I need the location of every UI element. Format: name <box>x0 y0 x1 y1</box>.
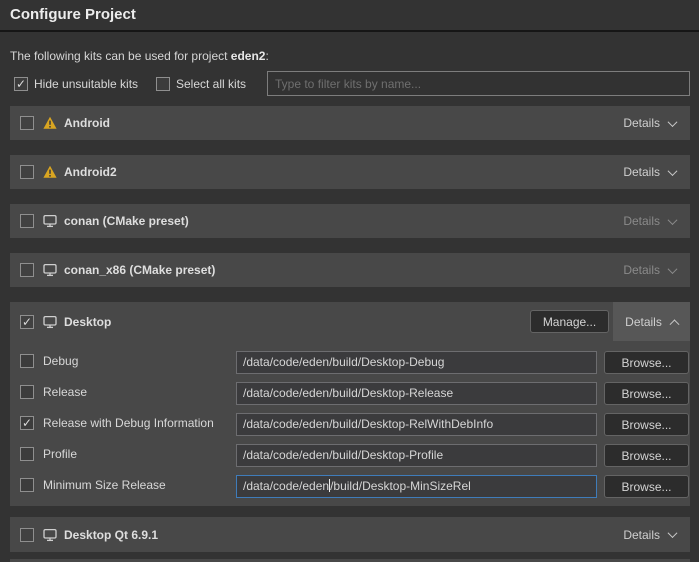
page-title: Configure Project <box>10 6 136 23</box>
kit-checkbox-desktop-qt[interactable] <box>20 528 34 542</box>
chevron-down-icon <box>668 264 678 274</box>
kit-row-desktop: Desktop Manage... Details Debug /data/co… <box>10 302 690 506</box>
details-toggle-conan-x86[interactable]: Details <box>609 253 690 287</box>
kit-filter-input[interactable] <box>267 71 690 96</box>
debug-path-input[interactable]: /data/code/eden/build/Desktop-Debug <box>236 351 597 374</box>
warning-icon <box>43 165 57 179</box>
desktop-icon <box>43 214 57 228</box>
details-label: Details <box>623 214 660 228</box>
minsizerel-browse-button[interactable]: Browse... <box>604 475 689 498</box>
chevron-down-icon <box>668 528 678 538</box>
manage-button[interactable]: Manage... <box>530 310 609 333</box>
details-toggle-android2[interactable]: Details <box>609 155 690 189</box>
intro-text: The following kits can be used for proje… <box>10 49 269 63</box>
project-name: eden2 <box>231 49 266 63</box>
title-separator <box>0 30 699 32</box>
kit-row-conan: conan (CMake preset) Details <box>10 204 690 238</box>
kit-checkbox-conan-x86[interactable] <box>20 263 34 277</box>
build-config-debug: Debug <box>20 354 78 368</box>
details-toggle-desktop[interactable]: Details <box>613 302 690 341</box>
profile-checkbox[interactable] <box>20 447 34 461</box>
build-config-relwithdebinfo: Release with Debug Information <box>20 416 214 430</box>
details-label: Details <box>623 528 660 542</box>
kit-checkbox-desktop[interactable] <box>20 315 34 329</box>
debug-label: Debug <box>43 354 78 368</box>
release-checkbox[interactable] <box>20 385 34 399</box>
hide-unsuitable-kits-checkbox[interactable] <box>14 77 28 91</box>
release-browse-button[interactable]: Browse... <box>604 382 689 405</box>
relwithdebinfo-path-input[interactable]: /data/code/eden/build/Desktop-RelWithDeb… <box>236 413 597 436</box>
chevron-down-icon <box>668 117 678 127</box>
kit-row-conan-x86: conan_x86 (CMake preset) Details <box>10 253 690 287</box>
details-label: Details <box>623 165 660 179</box>
kit-checkbox-conan[interactable] <box>20 214 34 228</box>
profile-path-input[interactable]: /data/code/eden/build/Desktop-Profile <box>236 444 597 467</box>
desktop-icon <box>43 528 57 542</box>
chevron-up-icon <box>669 319 679 329</box>
path-text-before-caret: /data/code/eden <box>243 479 329 493</box>
hide-unsuitable-kits-label: Hide unsuitable kits <box>34 77 138 91</box>
details-toggle-conan[interactable]: Details <box>609 204 690 238</box>
hide-unsuitable-kits-option: Hide unsuitable kits <box>14 77 138 91</box>
minsizerel-checkbox[interactable] <box>20 478 34 492</box>
release-path-input[interactable]: /data/code/eden/build/Desktop-Release <box>236 382 597 405</box>
intro-prefix: The following kits can be used for proje… <box>10 49 231 63</box>
select-all-kits-option: Select all kits <box>156 77 246 91</box>
details-label: Details <box>625 315 662 329</box>
path-text-after-caret: /build/Desktop-MinSizeRel <box>330 479 471 493</box>
kit-checkbox-android2[interactable] <box>20 165 34 179</box>
chevron-down-icon <box>668 215 678 225</box>
build-config-profile: Profile <box>20 447 77 461</box>
kit-row-android2: Android2 Details <box>10 155 690 189</box>
chevron-down-icon <box>668 166 678 176</box>
kit-row-desktop-qt: Desktop Qt 6.9.1 Details <box>10 517 690 552</box>
details-label: Details <box>623 116 660 130</box>
kit-name: Android2 <box>64 165 117 179</box>
kit-row-android: Android Details <box>10 106 690 140</box>
relwithdebinfo-browse-button[interactable]: Browse... <box>604 413 689 436</box>
desktop-icon <box>43 263 57 277</box>
profile-label: Profile <box>43 447 77 461</box>
warning-icon <box>43 116 57 130</box>
build-config-release: Release <box>20 385 87 399</box>
kit-checkbox-android[interactable] <box>20 116 34 130</box>
debug-browse-button[interactable]: Browse... <box>604 351 689 374</box>
intro-suffix: : <box>265 49 268 63</box>
details-label: Details <box>623 263 660 277</box>
kit-name: Desktop <box>64 315 111 329</box>
kit-name: Android <box>64 116 110 130</box>
release-label: Release <box>43 385 87 399</box>
select-all-kits-checkbox[interactable] <box>156 77 170 91</box>
build-config-minsizerel: Minimum Size Release <box>20 478 166 492</box>
profile-browse-button[interactable]: Browse... <box>604 444 689 467</box>
relwithdebinfo-label: Release with Debug Information <box>43 416 214 430</box>
select-all-kits-label: Select all kits <box>176 77 246 91</box>
minsizerel-label: Minimum Size Release <box>43 478 166 492</box>
relwithdebinfo-checkbox[interactable] <box>20 416 34 430</box>
debug-checkbox[interactable] <box>20 354 34 368</box>
desktop-icon <box>43 315 57 329</box>
details-toggle-desktop-qt[interactable]: Details <box>609 517 690 552</box>
kit-name: conan (CMake preset) <box>64 214 189 228</box>
kit-name: conan_x86 (CMake preset) <box>64 263 215 277</box>
kit-name: Desktop Qt 6.9.1 <box>64 528 158 542</box>
minsizerel-path-input[interactable]: /data/code/eden/build/Desktop-MinSizeRel <box>236 475 597 498</box>
details-toggle-android[interactable]: Details <box>609 106 690 140</box>
